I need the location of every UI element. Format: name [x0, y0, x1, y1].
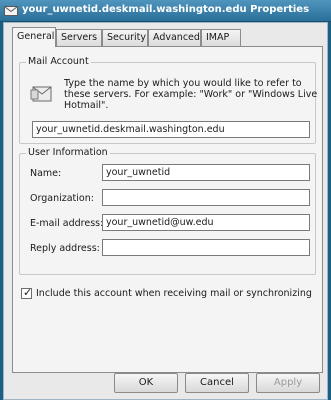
user-information-group: User Information Name: your_uwnetid Orga… [19, 147, 316, 275]
general-tab-panel: Mail Account Type the name by which you … [12, 46, 323, 373]
tab-advanced[interactable]: Advanced [148, 29, 201, 46]
reply-address-label: Reply address: [30, 243, 100, 254]
organization-label: Organization: [30, 193, 94, 204]
organization-input[interactable] [102, 189, 310, 206]
user-information-group-title: User Information [26, 147, 110, 158]
tab-security[interactable]: Security [102, 29, 148, 46]
include-account-checkbox[interactable]: ✓ [21, 286, 33, 299]
mail-account-icon [30, 86, 52, 102]
window-title: your_uwnetid.deskmail.washington.edu Pro… [22, 4, 310, 15]
mail-account-group-title: Mail Account [26, 56, 91, 67]
properties-dialog: General Servers Security Advanced IMAP M… [3, 22, 328, 400]
reply-address-input[interactable] [102, 239, 310, 256]
tab-servers[interactable]: Servers [56, 29, 102, 46]
apply-button[interactable]: Apply [256, 373, 320, 393]
account-name-input[interactable]: your_uwnetid.deskmail.washington.edu [32, 121, 310, 138]
cancel-button[interactable]: Cancel [185, 373, 249, 393]
email-address-input[interactable]: your_uwnetid@uw.edu [102, 214, 310, 231]
mail-properties-icon [4, 6, 18, 16]
include-account-label: Include this account when receiving mail… [36, 288, 312, 299]
checkmark-icon: ✓ [23, 286, 33, 299]
tab-imap[interactable]: IMAP [201, 29, 241, 46]
ok-button[interactable]: OK [114, 373, 178, 393]
mail-account-group: Mail Account Type the name by which you … [19, 56, 317, 144]
name-label: Name: [30, 168, 62, 179]
email-address-label: E-mail address: [30, 218, 104, 229]
tab-general[interactable]: General [12, 27, 56, 47]
name-input[interactable]: your_uwnetid [102, 164, 310, 181]
title-bar: your_uwnetid.deskmail.washington.edu Pro… [0, 0, 331, 22]
mail-account-description: Type the name by which you would like to… [64, 78, 318, 111]
